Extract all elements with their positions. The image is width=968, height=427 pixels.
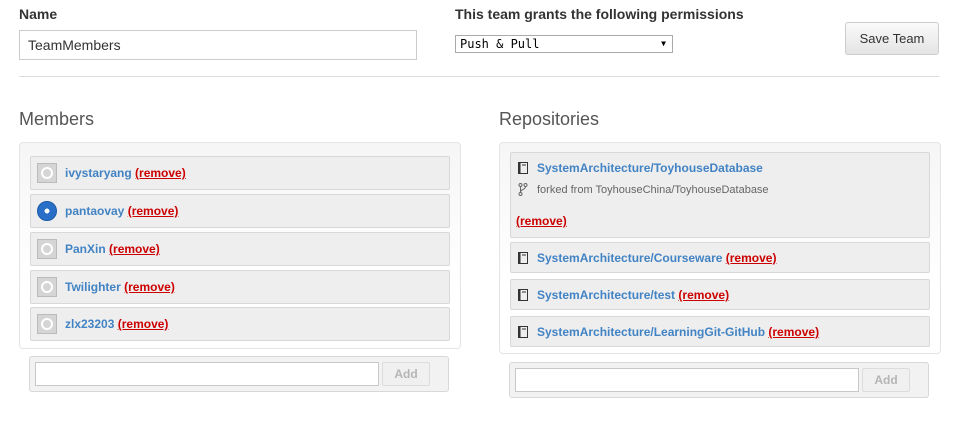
forked-from-text: forked from ToyhouseChina/ToyhouseDataba… bbox=[537, 184, 769, 196]
remove-repository-link[interactable]: (remove) bbox=[516, 214, 567, 228]
repository-row: SystemArchitecture/Courseware (remove) bbox=[510, 242, 930, 273]
repo-book-icon bbox=[518, 289, 528, 301]
member-link[interactable]: Twilighter bbox=[65, 280, 121, 294]
permissions-select[interactable]: Push & Pull ▼ bbox=[455, 35, 673, 53]
remove-repository-link[interactable]: (remove) bbox=[678, 288, 729, 302]
member-link[interactable]: zlx23203 bbox=[65, 317, 114, 331]
fork-icon bbox=[518, 183, 528, 196]
form-divider bbox=[19, 76, 939, 77]
repository-row: SystemArchitecture/ToyhouseDatabase fork… bbox=[510, 152, 930, 238]
remove-repository-link[interactable]: (remove) bbox=[768, 325, 819, 339]
members-title: Members bbox=[19, 109, 95, 129]
add-repository-button[interactable]: Add bbox=[862, 368, 910, 392]
remove-member-link[interactable]: (remove) bbox=[128, 204, 179, 218]
github-default-avatar-icon bbox=[37, 277, 57, 297]
member-row: Twilighter (remove) bbox=[30, 270, 450, 304]
repository-link[interactable]: SystemArchitecture/LearningGit-GitHub bbox=[537, 325, 765, 339]
repo-book-icon bbox=[518, 252, 528, 264]
dropdown-arrow-icon: ▼ bbox=[661, 39, 666, 48]
member-link[interactable]: ivystaryang bbox=[65, 166, 132, 180]
user-avatar-icon bbox=[37, 201, 57, 221]
members-panel: ivystaryang (remove) pantaovay (remove) … bbox=[19, 142, 461, 349]
member-link[interactable]: PanXin bbox=[65, 242, 106, 256]
save-team-button[interactable]: Save Team bbox=[845, 22, 939, 55]
member-row: ivystaryang (remove) bbox=[30, 156, 450, 190]
repositories-title: Repositories bbox=[499, 109, 600, 129]
repository-link[interactable]: SystemArchitecture/ToyhouseDatabase bbox=[537, 161, 763, 175]
repo-book-icon bbox=[518, 162, 528, 174]
permissions-selected-value: Push & Pull bbox=[460, 37, 540, 51]
repository-row: SystemArchitecture/test (remove) bbox=[510, 279, 930, 310]
repository-row: SystemArchitecture/LearningGit-GitHub (r… bbox=[510, 316, 930, 347]
remove-member-link[interactable]: (remove) bbox=[124, 280, 175, 294]
github-default-avatar-icon bbox=[37, 314, 57, 334]
remove-member-link[interactable]: (remove) bbox=[135, 166, 186, 180]
member-row: pantaovay (remove) bbox=[30, 194, 450, 228]
add-member-input[interactable] bbox=[35, 362, 379, 386]
remove-member-link[interactable]: (remove) bbox=[109, 242, 160, 256]
github-default-avatar-icon bbox=[37, 163, 57, 183]
repository-link[interactable]: SystemArchitecture/Courseware bbox=[537, 251, 722, 265]
member-row: zlx23203 (remove) bbox=[30, 307, 450, 341]
add-repository-input[interactable] bbox=[515, 368, 859, 392]
name-label: Name bbox=[19, 6, 58, 22]
repo-book-icon bbox=[518, 326, 528, 338]
remove-member-link[interactable]: (remove) bbox=[118, 317, 169, 331]
add-member-button[interactable]: Add bbox=[382, 362, 430, 386]
remove-repository-link[interactable]: (remove) bbox=[726, 251, 777, 265]
member-row: PanXin (remove) bbox=[30, 232, 450, 266]
repository-link[interactable]: SystemArchitecture/test bbox=[537, 288, 675, 302]
repositories-panel: SystemArchitecture/ToyhouseDatabase fork… bbox=[499, 142, 941, 354]
permissions-label: This team grants the following permissio… bbox=[455, 6, 744, 22]
add-member-box: Add bbox=[29, 356, 449, 392]
team-name-input[interactable] bbox=[19, 30, 417, 60]
add-repository-box: Add bbox=[509, 362, 929, 398]
github-default-avatar-icon bbox=[37, 239, 57, 259]
member-link[interactable]: pantaovay bbox=[65, 204, 124, 218]
